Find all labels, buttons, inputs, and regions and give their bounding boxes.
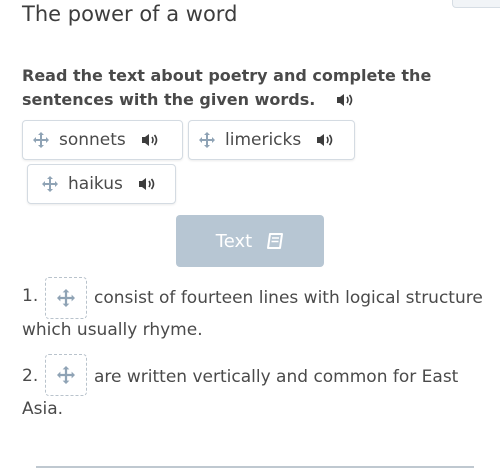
chip-label: sonnets xyxy=(59,130,126,150)
chip-label: haikus xyxy=(68,174,123,194)
move-icon xyxy=(42,176,58,192)
instruction-text: Read the text about poetry and complete … xyxy=(22,66,432,109)
text-button-label: Text xyxy=(215,230,253,252)
drop-slot-1[interactable] xyxy=(45,277,87,319)
word-chip-sonnets[interactable]: sonnets xyxy=(22,120,183,160)
chip-label: limericks xyxy=(225,130,302,150)
speaker-icon[interactable] xyxy=(140,132,160,148)
word-chip-limericks[interactable]: limericks xyxy=(188,120,355,160)
divider xyxy=(36,466,474,468)
corner-tab xyxy=(452,0,500,8)
sentence-1-text-cont: which usually rhyme. xyxy=(22,320,203,340)
sentence-number: 1. xyxy=(22,286,39,306)
move-icon xyxy=(33,132,49,148)
page-title: The power of a word xyxy=(22,2,238,26)
speaker-icon[interactable] xyxy=(335,91,355,107)
sentence-1-text: consist of fourteen lines with logical s… xyxy=(94,288,483,308)
text-button[interactable]: Text xyxy=(176,215,324,267)
task-instructions: Read the text about poetry and complete … xyxy=(22,64,462,112)
move-icon xyxy=(57,289,75,307)
book-icon xyxy=(267,233,284,249)
sentence-number: 2. xyxy=(22,366,39,386)
speaker-icon[interactable] xyxy=(137,176,157,192)
word-chip-haikus[interactable]: haikus xyxy=(27,164,176,204)
sentence-2-text: are written vertically and common for Ea… xyxy=(94,367,459,387)
move-icon xyxy=(199,132,215,148)
move-icon xyxy=(57,366,75,384)
sentence-2-text-cont: Asia. xyxy=(22,399,64,419)
drop-slot-2[interactable] xyxy=(45,354,87,396)
speaker-icon[interactable] xyxy=(315,132,335,148)
